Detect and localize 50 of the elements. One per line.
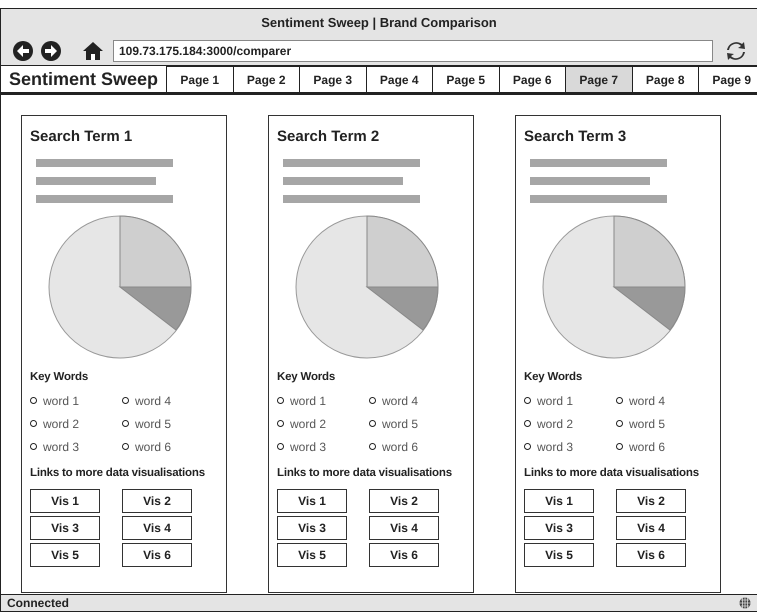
- vis-link-button[interactable]: Vis 6: [616, 543, 686, 567]
- section-heading: Key Words: [524, 371, 584, 383]
- section-heading: Key Words: [30, 371, 90, 383]
- vis-link-button[interactable]: Vis 1: [524, 489, 594, 513]
- status-text: Connected: [7, 596, 70, 610]
- key-word: word 6: [369, 435, 461, 458]
- page-tab[interactable]: Page 7: [565, 66, 632, 92]
- key-word: word 3: [524, 435, 616, 458]
- vis-link-button[interactable]: Vis 5: [524, 543, 594, 567]
- vis-link-button[interactable]: Vis 2: [122, 489, 192, 513]
- vis-link-button[interactable]: Vis 6: [369, 543, 439, 567]
- key-word: word 6: [122, 435, 214, 458]
- vis-link-button[interactable]: Vis 2: [369, 489, 439, 513]
- key-word: word 2: [277, 412, 369, 435]
- vis-link-button[interactable]: Vis 4: [122, 516, 192, 540]
- card-title: Search Term 2: [277, 128, 380, 145]
- key-word: word 4: [616, 389, 708, 412]
- key-word: word 5: [122, 412, 214, 435]
- vis-link-button[interactable]: Vis 4: [616, 516, 686, 540]
- vis-link-button[interactable]: Vis 1: [30, 489, 100, 513]
- key-word: word 1: [30, 389, 122, 412]
- vis-link-button[interactable]: Vis 6: [122, 543, 192, 567]
- key-word: word 2: [524, 412, 616, 435]
- key-word: word 4: [369, 389, 461, 412]
- key-word: word 6: [616, 435, 708, 458]
- card-title: Search Term 3: [524, 128, 628, 145]
- key-word: word 5: [369, 412, 461, 435]
- vis-link-button[interactable]: Vis 5: [277, 543, 347, 567]
- section-heading: Key Words: [277, 371, 336, 383]
- key-word: word 1: [524, 389, 616, 412]
- vis-link-button[interactable]: Vis 3: [524, 516, 594, 540]
- card-title: Search Term 1: [30, 128, 134, 145]
- key-word: word 3: [30, 435, 122, 458]
- vis-link-button[interactable]: Vis 1: [277, 489, 347, 513]
- vis-link-button[interactable]: Vis 2: [616, 489, 686, 513]
- vis-link-button[interactable]: Vis 5: [30, 543, 100, 567]
- key-word: word 3: [277, 435, 369, 458]
- address-field[interactable]: 109.73.175.184:3000/comparer: [113, 40, 713, 62]
- key-word: word 5: [616, 412, 708, 435]
- page-tab[interactable]: Page 1: [166, 66, 234, 92]
- section-heading: Links to more data visualisations: [524, 467, 700, 479]
- section-heading: Links to more data visualisations: [30, 467, 206, 479]
- window-title: Sentiment Sweep | Brand Comparison: [261, 15, 497, 30]
- vis-link-button[interactable]: Vis 3: [30, 516, 100, 540]
- vis-link-button[interactable]: Vis 3: [277, 516, 347, 540]
- key-word: word 4: [122, 389, 214, 412]
- vis-link-button[interactable]: Vis 4: [369, 516, 439, 540]
- key-word: word 1: [277, 389, 369, 412]
- section-heading: Links to more data visualisations: [277, 467, 453, 479]
- key-word: word 2: [30, 412, 122, 435]
